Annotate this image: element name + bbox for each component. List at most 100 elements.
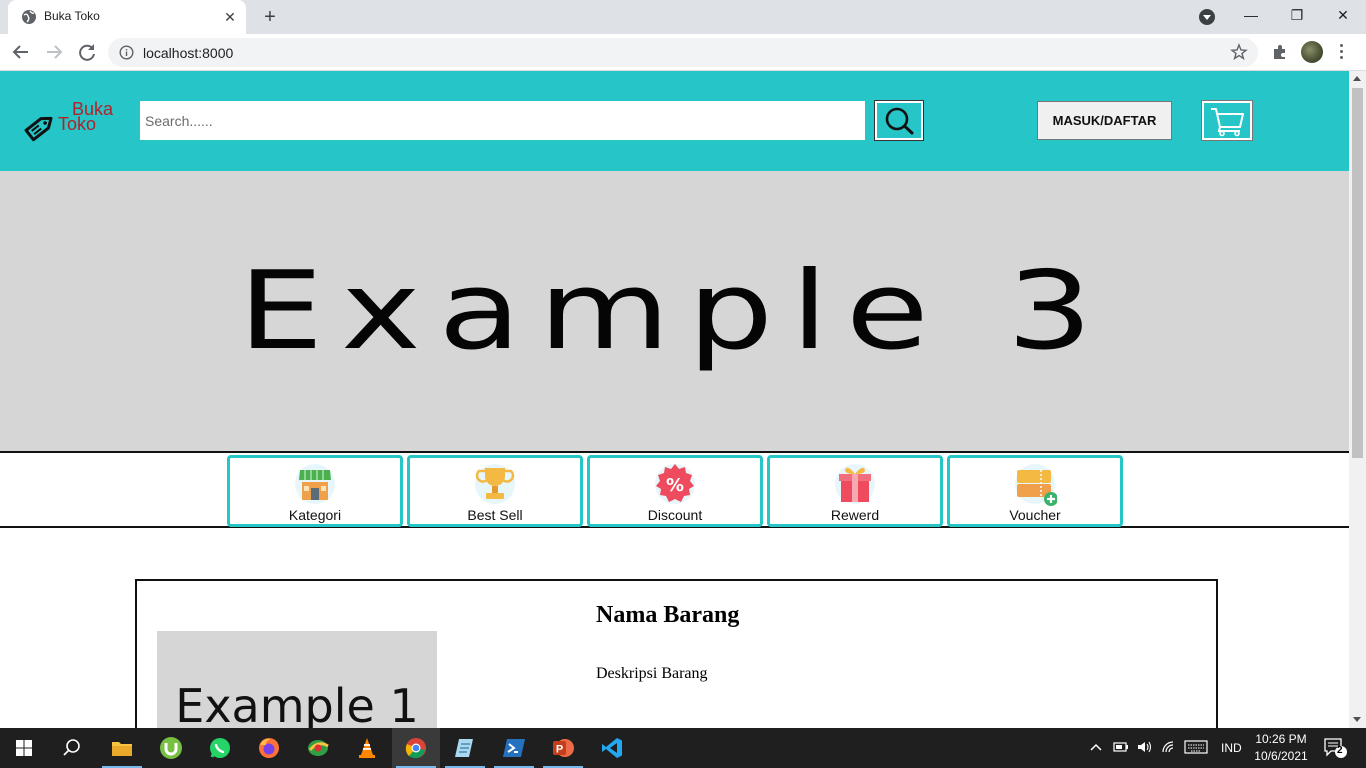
login-register-button[interactable]: MASUK/DAFTAR [1037, 101, 1172, 140]
taskbar-app-vscode[interactable] [588, 728, 636, 768]
page-viewport: Buka Toko MASUK/DAFTAR Example 3 [0, 71, 1349, 728]
product-image[interactable]: Example 1 [157, 631, 437, 728]
battery-icon[interactable] [1112, 740, 1130, 757]
scroll-up-icon[interactable] [1353, 76, 1361, 81]
hero-banner[interactable]: Example 3 [0, 171, 1349, 451]
utorrent-icon [160, 737, 182, 759]
taskbar-search-button[interactable] [48, 728, 96, 768]
language-indicator[interactable]: IND [1221, 741, 1242, 755]
category-rewerd[interactable]: Rewerd [767, 455, 943, 527]
site-header: Buka Toko MASUK/DAFTAR [0, 71, 1349, 171]
taskbar-app-powershell[interactable] [490, 728, 538, 768]
site-logo[interactable]: Buka Toko [22, 99, 122, 145]
category-discount[interactable]: % Discount [587, 455, 763, 527]
banner-text: Example 3 [238, 249, 1111, 374]
close-window-button[interactable]: ✕ [1320, 0, 1366, 32]
category-label: Rewerd [830, 507, 880, 523]
taskbar-app-vlc[interactable] [343, 728, 391, 768]
powershell-icon [503, 739, 525, 757]
taskbar-app-color-picker[interactable] [294, 728, 342, 768]
category-best-sell[interactable]: Best Sell [407, 455, 583, 527]
browser-tab[interactable]: Buka Toko ✕ [8, 0, 246, 34]
firefox-icon [259, 738, 279, 758]
search-icon [885, 107, 914, 135]
taskbar-app-file-explorer[interactable] [98, 728, 146, 768]
taskbar-app-utorrent[interactable] [147, 728, 195, 768]
category-voucher[interactable]: Voucher [947, 455, 1123, 527]
bookmark-star-icon[interactable] [1230, 43, 1248, 61]
taskbar-app-chrome[interactable] [392, 728, 440, 768]
url-text: localhost:8000 [143, 45, 234, 61]
category-label: Kategori [288, 507, 342, 523]
trophy-icon [475, 464, 515, 504]
notification-count-badge: 2 [1337, 745, 1343, 756]
globe-icon [22, 10, 36, 24]
tab-close-icon[interactable]: ✕ [221, 8, 239, 26]
folder-icon [112, 742, 132, 756]
voucher-icon [1015, 464, 1057, 506]
windows-taskbar: P IND 10:26 PM 10/6/2021 2 [0, 728, 1366, 768]
address-bar[interactable]: localhost:8000 [108, 38, 1258, 67]
notification-icon [1324, 738, 1347, 758]
clock-date: 10/6/2021 [1254, 749, 1308, 763]
gift-icon [835, 464, 875, 504]
back-icon[interactable] [8, 39, 34, 65]
notification-center-button[interactable]: 2 [1322, 736, 1348, 760]
volume-icon[interactable] [1136, 740, 1154, 757]
powerpoint-icon: P [553, 739, 574, 757]
browser-toolbar: localhost:8000 [0, 34, 1366, 71]
svg-text:%: % [666, 475, 684, 496]
svg-text:P: P [556, 744, 563, 756]
whatsapp-icon [210, 738, 230, 758]
product-card[interactable]: Example 1 Nama Barang Deskripsi Barang [135, 579, 1218, 728]
tab-title: Buka Toko [44, 9, 100, 23]
extensions-puzzle-icon[interactable] [1271, 43, 1289, 61]
clock-time: 10:26 PM [1255, 732, 1307, 746]
price-tag-icon [24, 116, 53, 142]
tray-chevron-icon[interactable] [1089, 740, 1103, 757]
taskbar-clock[interactable]: 10:26 PM 10/6/2021 [1252, 731, 1310, 765]
browser-menu-icon[interactable] [1338, 42, 1344, 62]
restore-button[interactable]: ❐ [1274, 0, 1320, 32]
store-icon [295, 464, 335, 504]
page-scrollbar[interactable] [1349, 71, 1366, 728]
color-app-icon [308, 740, 329, 756]
keyboard-icon[interactable] [1184, 739, 1208, 758]
category-menu: Kategori Best Sell % Discount Rewerd Vou… [0, 451, 1349, 528]
category-label: Voucher [1009, 507, 1061, 523]
start-button[interactable] [0, 728, 48, 768]
category-label: Discount [647, 507, 703, 523]
chrome-icon [405, 738, 426, 759]
search-input[interactable] [140, 101, 865, 140]
minimize-button[interactable]: — [1228, 0, 1274, 32]
new-tab-button[interactable]: + [258, 6, 282, 28]
profile-avatar[interactable] [1301, 41, 1323, 63]
info-icon[interactable] [119, 45, 134, 60]
windows-logo-icon [16, 740, 32, 756]
wifi-icon[interactable] [1161, 740, 1179, 757]
taskbar-app-notepad[interactable] [441, 728, 489, 768]
taskbar-app-firefox[interactable] [245, 728, 293, 768]
scroll-down-icon[interactable] [1353, 717, 1361, 722]
category-kategori[interactable]: Kategori [227, 455, 403, 527]
discount-badge-icon: % [655, 464, 695, 504]
search-button[interactable] [874, 100, 924, 141]
forward-icon[interactable] [41, 39, 67, 65]
product-title[interactable]: Nama Barang [596, 602, 739, 629]
logo-text-toko: Toko [58, 114, 97, 134]
reload-icon[interactable] [74, 39, 100, 65]
browser-tab-strip: Buka Toko ✕ + — ❐ ✕ [0, 0, 1366, 34]
search-icon [63, 739, 80, 756]
category-label: Best Sell [467, 507, 523, 523]
product-description: Deskripsi Barang [596, 665, 708, 682]
cart-button[interactable] [1201, 100, 1253, 141]
product-image-text: Example 1 [175, 679, 419, 728]
notepad-icon [455, 739, 473, 757]
tab-search-icon[interactable] [1199, 9, 1215, 25]
scrollbar-thumb[interactable] [1352, 88, 1363, 458]
taskbar-app-whatsapp[interactable] [196, 728, 244, 768]
shopping-cart-icon [1211, 108, 1244, 137]
vlc-cone-icon [359, 738, 375, 758]
vscode-icon [602, 738, 622, 758]
taskbar-app-powerpoint[interactable]: P [539, 728, 587, 768]
